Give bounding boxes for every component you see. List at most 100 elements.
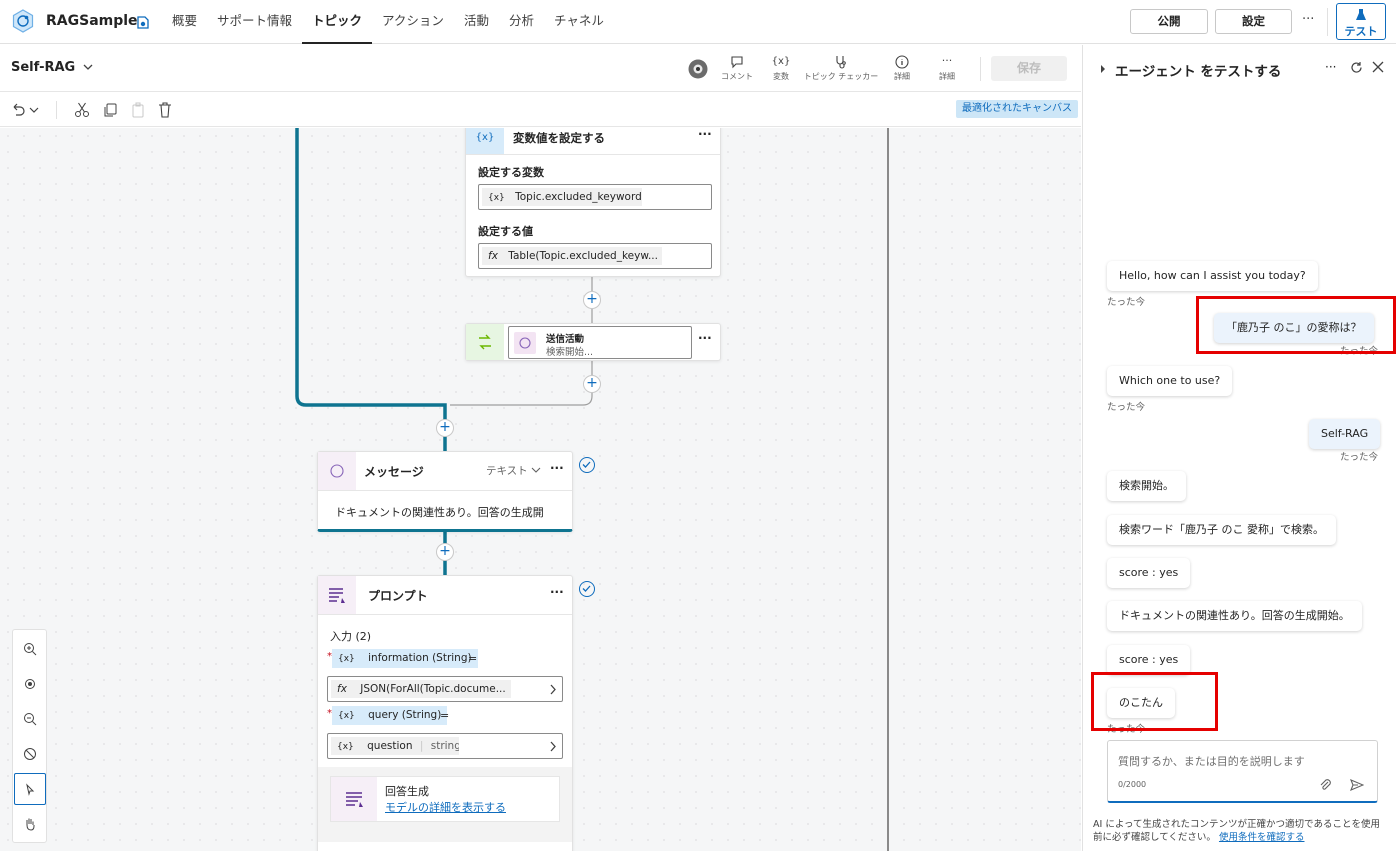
activity-subtitle: 検索開始... [546, 347, 594, 358]
variables-button[interactable]: {x} 変数 [758, 55, 804, 82]
info-icon [895, 55, 909, 69]
target-icon [25, 679, 35, 689]
attach-icon[interactable] [1318, 778, 1332, 792]
topic-checker-label: トピック チェッカー [803, 72, 879, 81]
save-button[interactable]: 保存 [991, 56, 1067, 81]
formula-value: Table(Topic.excluded_keyw... [508, 250, 658, 262]
nav-analytics[interactable]: 分析 [499, 0, 544, 44]
paste-icon[interactable] [129, 101, 147, 119]
publish-button[interactable]: 公開 [1130, 9, 1208, 34]
variable-field[interactable]: {x} Topic.excluded_keywords [478, 184, 712, 210]
recenter-button[interactable] [14, 668, 46, 700]
select-mode-button[interactable] [14, 773, 46, 805]
comment-button[interactable]: コメント [714, 55, 760, 82]
input-param-name: query (String) [368, 709, 442, 721]
terms-link[interactable]: 使用条件を確認する [1219, 832, 1305, 843]
message-icon [318, 452, 356, 490]
cut-icon[interactable] [73, 101, 91, 119]
nav-knowledge[interactable]: サポート情報 [207, 0, 302, 44]
details-label: 詳細 [894, 72, 910, 81]
prompt-name: 回答生成 [385, 785, 429, 798]
pan-mode-button[interactable] [14, 808, 46, 840]
node-menu-button[interactable]: ··· [550, 585, 564, 599]
node-title: プロンプト [368, 589, 428, 603]
node-menu-button[interactable]: ··· [698, 331, 712, 345]
node-menu-button[interactable]: ··· [698, 128, 712, 141]
copy-icon[interactable] [101, 101, 119, 119]
agent-status-icon[interactable] [136, 14, 150, 30]
panel-more-button[interactable]: ··· [1325, 60, 1336, 74]
send-icon[interactable] [1350, 778, 1364, 792]
details-button[interactable]: 詳細 [879, 55, 925, 82]
add-node-button[interactable]: + [436, 543, 454, 561]
refresh-icon[interactable] [1350, 61, 1363, 74]
settings-button[interactable]: 設定 [1215, 9, 1292, 34]
user-avatar[interactable] [688, 59, 708, 79]
nav-activity[interactable]: 活動 [454, 0, 499, 44]
formula-chip[interactable]: fx Table(Topic.excluded_keyw... [482, 247, 662, 265]
input-value-field[interactable]: {x} question | string [327, 733, 563, 759]
test-button[interactable]: テスト [1336, 3, 1386, 40]
add-node-button[interactable]: + [436, 419, 454, 437]
more-options-button[interactable]: ··· [1302, 12, 1314, 27]
message-node[interactable]: メッセージ テキスト ··· ドキュメントの関連性あり。回答の生成開 [317, 451, 573, 532]
model-details-link[interactable]: モデルの詳細を表示する [385, 799, 506, 815]
topic-name-dropdown[interactable]: Self-RAG [11, 60, 93, 75]
zoom-out-icon [24, 713, 37, 726]
chevron-right-icon[interactable] [549, 741, 557, 752]
chevron-right-icon[interactable] [549, 684, 557, 695]
message-type: テキスト [486, 465, 528, 477]
hand-icon [26, 818, 35, 831]
add-node-button[interactable]: + [583, 291, 601, 309]
bot-message: 検索ワード「鹿乃子 のこ 愛称」で検索。 [1107, 515, 1336, 545]
topic-checker-button[interactable]: トピック チェッカー [801, 55, 881, 82]
variable-icon: {x} [338, 654, 355, 664]
close-icon[interactable] [1372, 61, 1384, 73]
variable-chip[interactable]: {x} Topic.excluded_keywords [482, 188, 642, 206]
optimized-canvas-badge[interactable]: 最適化されたキャンバス [956, 100, 1078, 118]
add-node-button[interactable]: + [583, 375, 601, 393]
activity-card[interactable]: 送信活動 検索開始... [508, 326, 692, 359]
inputs-label: 入力 (2) [330, 630, 372, 643]
set-variable-node[interactable]: {x} 変数値を設定する ··· 設定する変数 {x} Topic.exclud… [465, 128, 721, 277]
chat-input-box[interactable]: 質問するか、または目的を説明します 0/2000 [1107, 740, 1378, 803]
minimap-toggle-button[interactable] [14, 738, 46, 770]
node-menu-button[interactable]: ··· [550, 461, 564, 475]
more-button[interactable]: ··· 詳細 [924, 55, 970, 82]
message-timestamp: たった今 [1340, 452, 1379, 463]
input-param-chip[interactable]: {x} query (String) [332, 706, 448, 725]
delete-icon[interactable] [156, 101, 174, 119]
copilot-studio-logo-icon [12, 9, 34, 33]
caret-right-icon[interactable] [1100, 65, 1106, 73]
input-value-field[interactable]: fx JSON(ForAll(Topic.docume... [327, 676, 563, 702]
variable-icon: {x} [466, 128, 504, 154]
send-activity-node[interactable]: 送信活動 検索開始... ··· [465, 323, 721, 361]
prompt-node[interactable]: プロンプト ··· 入力 (2) * {x} information (Stri… [317, 575, 573, 851]
check-icon [579, 457, 595, 473]
input-param-chip[interactable]: {x} information (String) [332, 649, 478, 668]
prompt-model-card[interactable]: 回答生成 モデルの詳細を表示する [330, 776, 560, 822]
formula-icon: fx [337, 683, 347, 695]
variable-chip[interactable]: {x} question | string [331, 737, 459, 755]
message-type-dropdown[interactable]: テキスト [486, 463, 541, 478]
nav-topics[interactable]: トピック [302, 0, 373, 44]
zoom-out-button[interactable] [14, 703, 46, 735]
variable-icon: {x} [488, 193, 505, 203]
activity-title: 送信活動 [546, 334, 585, 345]
nav-channels[interactable]: チャネル [544, 0, 614, 44]
app-title[interactable]: RAGSample [46, 13, 138, 29]
zoom-in-button[interactable] [14, 633, 46, 665]
chat-input-placeholder[interactable]: 質問するか、または目的を説明します [1118, 753, 1305, 769]
equals-sign: = [440, 709, 450, 722]
message-text[interactable]: ドキュメントの関連性あり。回答の生成開 [335, 504, 544, 520]
nav-overview[interactable]: 概要 [162, 0, 207, 44]
undo-icon[interactable] [9, 101, 27, 119]
authoring-canvas[interactable]: {x} 変数値を設定する ··· 設定する変数 {x} Topic.exclud… [0, 128, 1081, 851]
value-field[interactable]: fx Table(Topic.excluded_keyw... [478, 243, 712, 269]
comment-icon [731, 56, 743, 69]
chevron-down-icon[interactable] [28, 101, 40, 119]
nav-actions[interactable]: アクション [372, 0, 454, 44]
divider [466, 154, 720, 155]
prompt-detail-area: 回答生成 モデルの詳細を表示する [318, 767, 572, 842]
formula-chip[interactable]: fx JSON(ForAll(Topic.docume... [331, 680, 511, 698]
